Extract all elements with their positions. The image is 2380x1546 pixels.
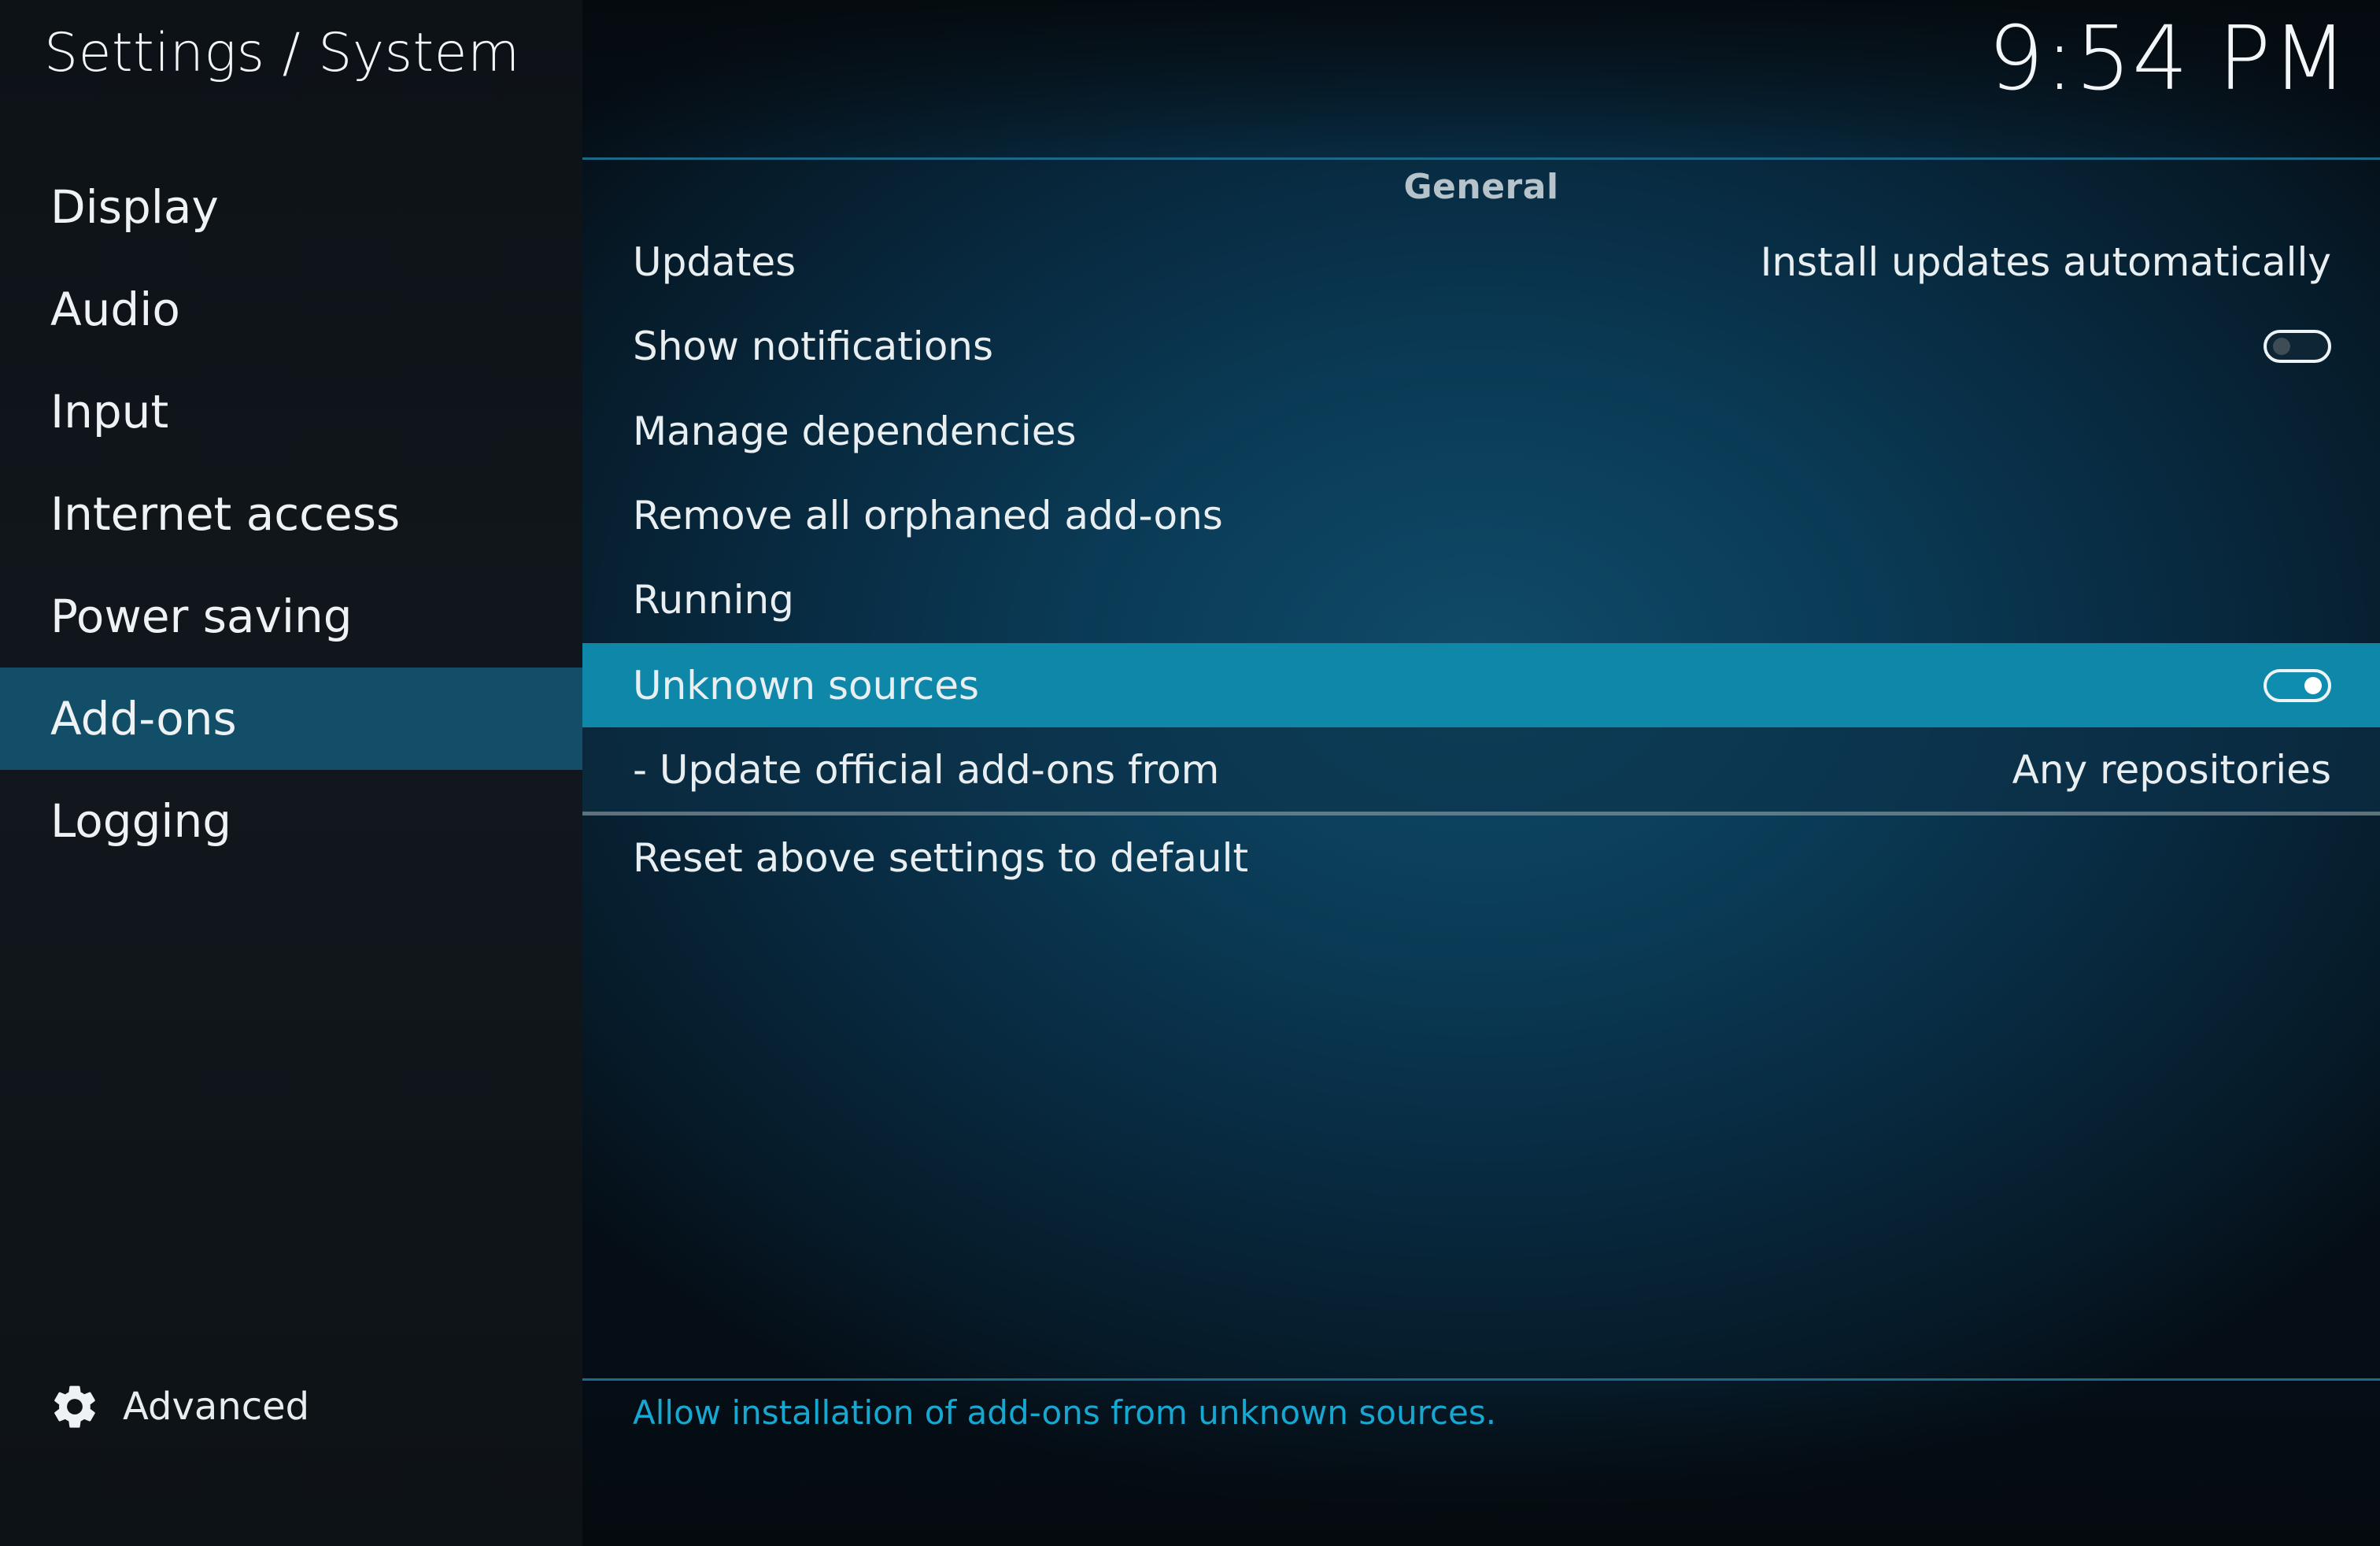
category-sidebar: Settings / System Display Audio Input In… [0,0,582,1546]
sidebar-item-label: Audio [50,283,180,336]
toggle-knob [2304,676,2322,694]
setting-label: Show notifications [633,323,994,369]
sidebar-item-audio[interactable]: Audio [0,258,582,361]
divider [582,1378,2380,1381]
sidebar-item-display[interactable]: Display [0,156,582,258]
sidebar-item-input[interactable]: Input [0,361,582,463]
sidebar-item-label: Power saving [50,590,353,643]
section-header: General [1403,167,1559,207]
clock: 9:54 PM [1987,8,2349,110]
page-title: Settings / System [44,22,520,84]
sidebar-item-internet-access[interactable]: Internet access [0,463,582,565]
sidebar-item-add-ons[interactable]: Add-ons [0,668,582,770]
sidebar-item-label: Logging [50,794,232,848]
divider [582,157,2380,160]
sidebar-item-label: Input [50,385,169,438]
setting-running[interactable]: Running [582,557,2380,642]
setting-unknown-sources[interactable]: Unknown sources [582,643,2380,727]
sidebar-item-logging[interactable]: Logging [0,770,582,872]
setting-updates[interactable]: Updates Install updates automatically [582,220,2380,304]
unknown-sources-toggle[interactable] [2264,668,2331,702]
setting-label: - Update official add-ons from [633,746,1220,793]
toggle-knob [2273,337,2290,355]
setting-remove-orphaned[interactable]: Remove all orphaned add-ons [582,473,2380,557]
setting-label: Remove all orphaned add-ons [633,492,1223,538]
setting-show-notifications[interactable]: Show notifications [582,304,2380,388]
setting-update-official-addons-from[interactable]: - Update official add-ons from Any repos… [582,727,2380,812]
sidebar-item-label: Add-ons [50,692,237,745]
setting-label: Unknown sources [633,662,980,708]
setting-label: Updates [633,239,796,285]
notifications-toggle[interactable] [2264,329,2331,363]
sidebar-item-power-saving[interactable]: Power saving [0,565,582,668]
setting-label: Manage dependencies [633,408,1077,454]
setting-manage-dependencies[interactable]: Manage dependencies [582,389,2380,473]
settings-level-label: Advanced [123,1385,310,1429]
setting-reset-defaults[interactable]: Reset above settings to default [582,816,2380,900]
setting-label: Reset above settings to default [633,834,1249,881]
help-text: Allow installation of add-ons from unkno… [633,1393,1497,1432]
sidebar-item-label: Display [50,180,219,234]
settings-level-button[interactable]: Advanced [49,1379,309,1434]
gear-icon [49,1381,101,1433]
setting-value: Install updates automatically [1760,239,2331,285]
setting-value: Any repositories [2012,746,2331,793]
category-list: Display Audio Input Internet access Powe… [0,156,582,872]
setting-label: Running [633,576,794,623]
sidebar-item-label: Internet access [50,487,401,541]
